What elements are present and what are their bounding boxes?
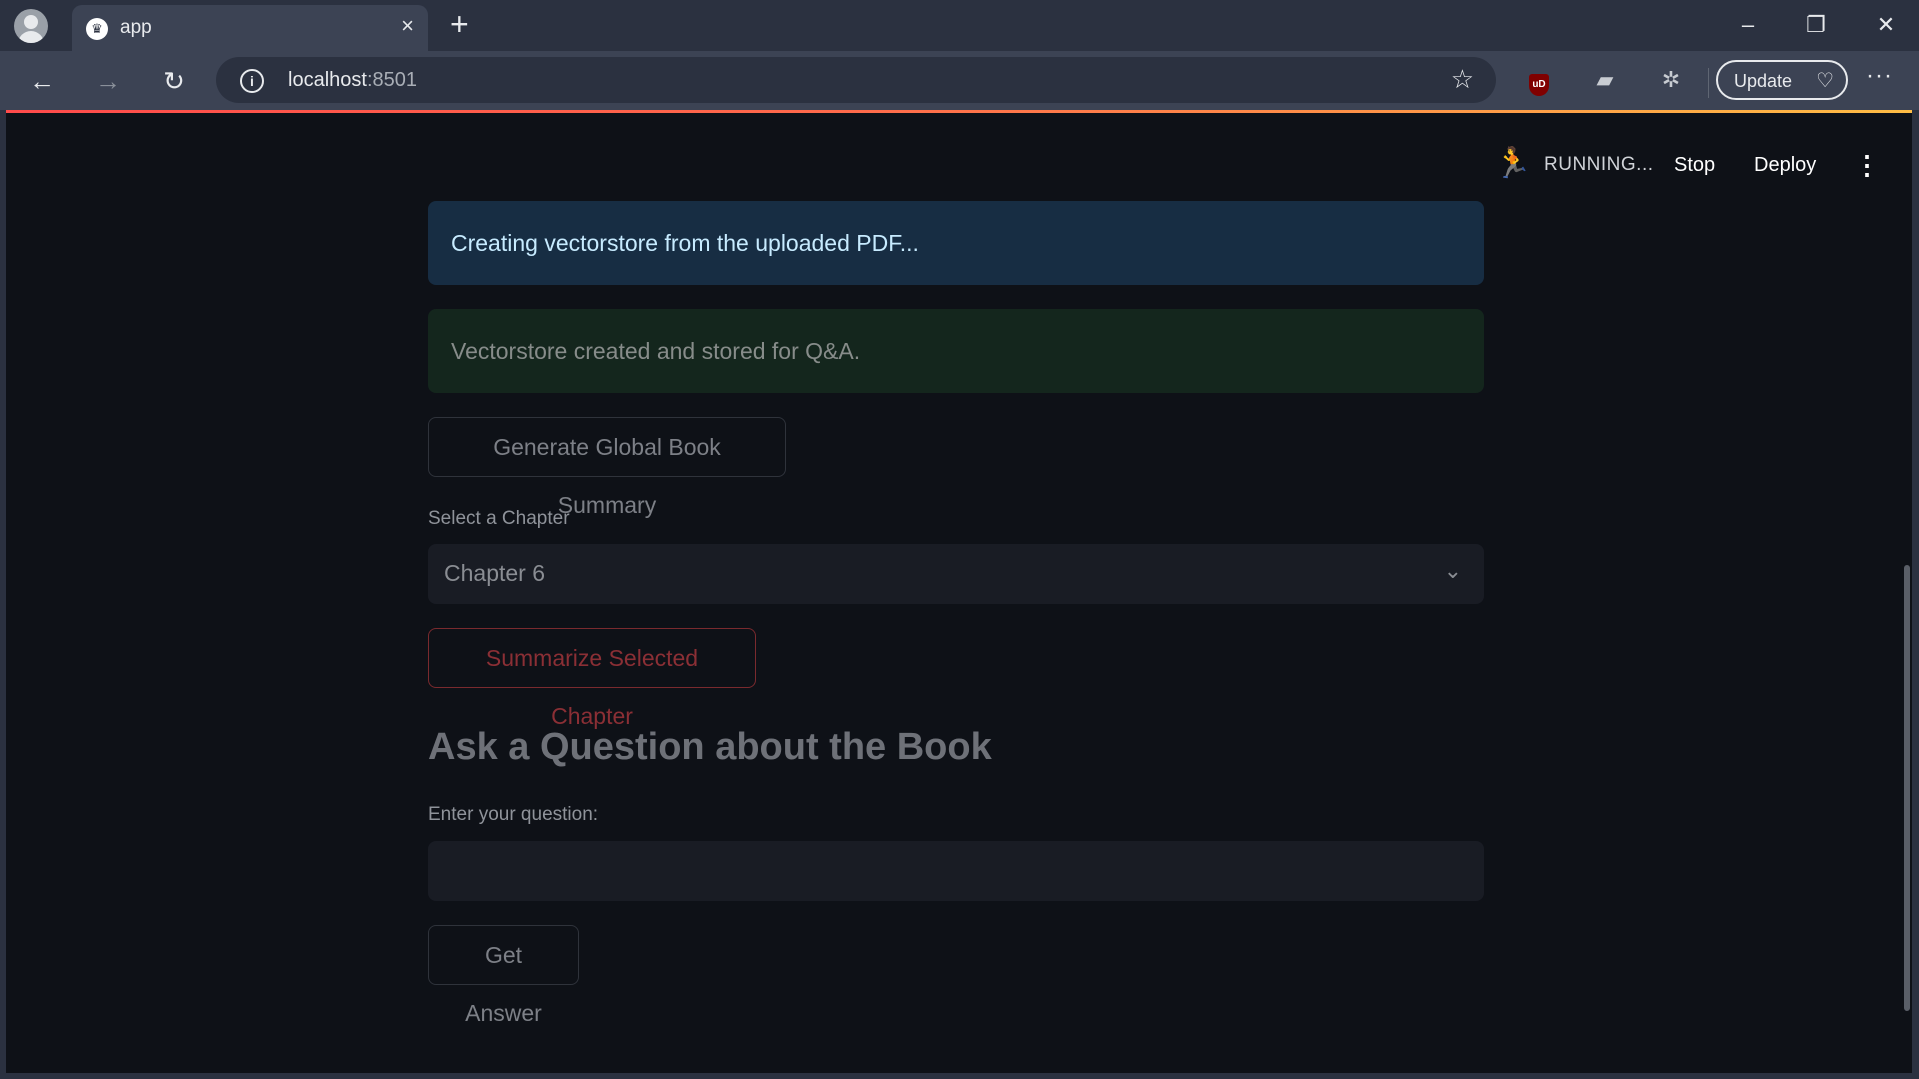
- stop-button[interactable]: Stop: [1674, 154, 1715, 177]
- address-url[interactable]: localhost:8501: [288, 69, 417, 92]
- url-port: :8501: [366, 69, 417, 91]
- profile-avatar-icon[interactable]: [14, 9, 48, 43]
- running-man-icon: 🏃: [1494, 147, 1532, 180]
- forward-arrow-icon[interactable]: →: [90, 63, 126, 99]
- question-input[interactable]: [428, 841, 1484, 901]
- browser-toolbar: ← → ↻ i localhost:8501 ☆ uD ▰ ✲: [0, 51, 1919, 110]
- url-host: localhost: [288, 69, 367, 91]
- address-bar[interactable]: i localhost:8501 ☆: [216, 57, 1496, 103]
- chapter-select[interactable]: Chapter 6 ⌄: [428, 544, 1484, 604]
- browser-tab-strip: ♛ app × + – ❐ ✕: [0, 0, 1919, 51]
- ublock-extension-icon[interactable]: uD: [1524, 65, 1554, 96]
- avatar-shoulders: [18, 31, 44, 43]
- avatar-head: [24, 15, 38, 29]
- crown-icon: ♛: [86, 18, 108, 40]
- update-label: Update: [1734, 71, 1793, 91]
- info-alert: Creating vectorstore from the uploaded P…: [428, 201, 1484, 285]
- chapter-select-label: Select a Chapter: [428, 508, 570, 529]
- running-progress-bar: [6, 110, 1912, 113]
- deploy-button[interactable]: Deploy: [1754, 154, 1816, 177]
- success-alert: Vectorstore created and stored for Q&A.: [428, 309, 1484, 393]
- running-status: RUNNING...: [1544, 154, 1654, 175]
- browser-tab-app[interactable]: ♛ app ×: [72, 5, 428, 51]
- reload-icon[interactable]: ↻: [156, 63, 192, 99]
- chapter-select-value: Chapter 6: [444, 560, 546, 586]
- summarize-chapter-button[interactable]: Summarize Selected Chapter: [428, 628, 756, 729]
- ublock-shield-icon: uD: [1529, 74, 1549, 96]
- get-answer-button[interactable]: Get Answer: [428, 925, 579, 1026]
- site-info-icon[interactable]: i: [240, 69, 264, 93]
- extension-folder-icon[interactable]: ▰: [1590, 65, 1620, 95]
- tab-title: app: [120, 17, 152, 38]
- minimize-icon[interactable]: –: [1728, 8, 1768, 42]
- chevron-down-icon: ⌄: [1443, 558, 1462, 583]
- app-menu-icon[interactable]: ⋮: [1854, 150, 1880, 181]
- tab-close-icon[interactable]: ×: [401, 13, 414, 39]
- browser-menu-icon[interactable]: ···: [1866, 62, 1893, 90]
- page-viewport: 🏃 RUNNING... Stop Deploy ⋮ Creating vect…: [6, 110, 1912, 1073]
- restore-icon[interactable]: ❐: [1796, 8, 1836, 42]
- back-arrow-icon[interactable]: ←: [24, 63, 60, 99]
- page-scrollbar[interactable]: [1904, 565, 1910, 1011]
- question-label: Enter your question:: [428, 804, 599, 825]
- qa-heading: Ask a Question about the Book: [428, 726, 992, 768]
- browser-update-button[interactable]: Update ♡: [1716, 60, 1848, 100]
- bookmark-star-icon[interactable]: ☆: [1451, 64, 1474, 95]
- update-heart-icon: ♡: [1816, 70, 1834, 92]
- toolbar-divider: [1708, 68, 1709, 98]
- window-close-icon[interactable]: ✕: [1866, 8, 1906, 42]
- extensions-puzzle-icon[interactable]: ✲: [1656, 65, 1686, 95]
- new-tab-icon[interactable]: +: [450, 6, 469, 43]
- generate-global-summary-button[interactable]: Generate Global Book Summary: [428, 417, 786, 518]
